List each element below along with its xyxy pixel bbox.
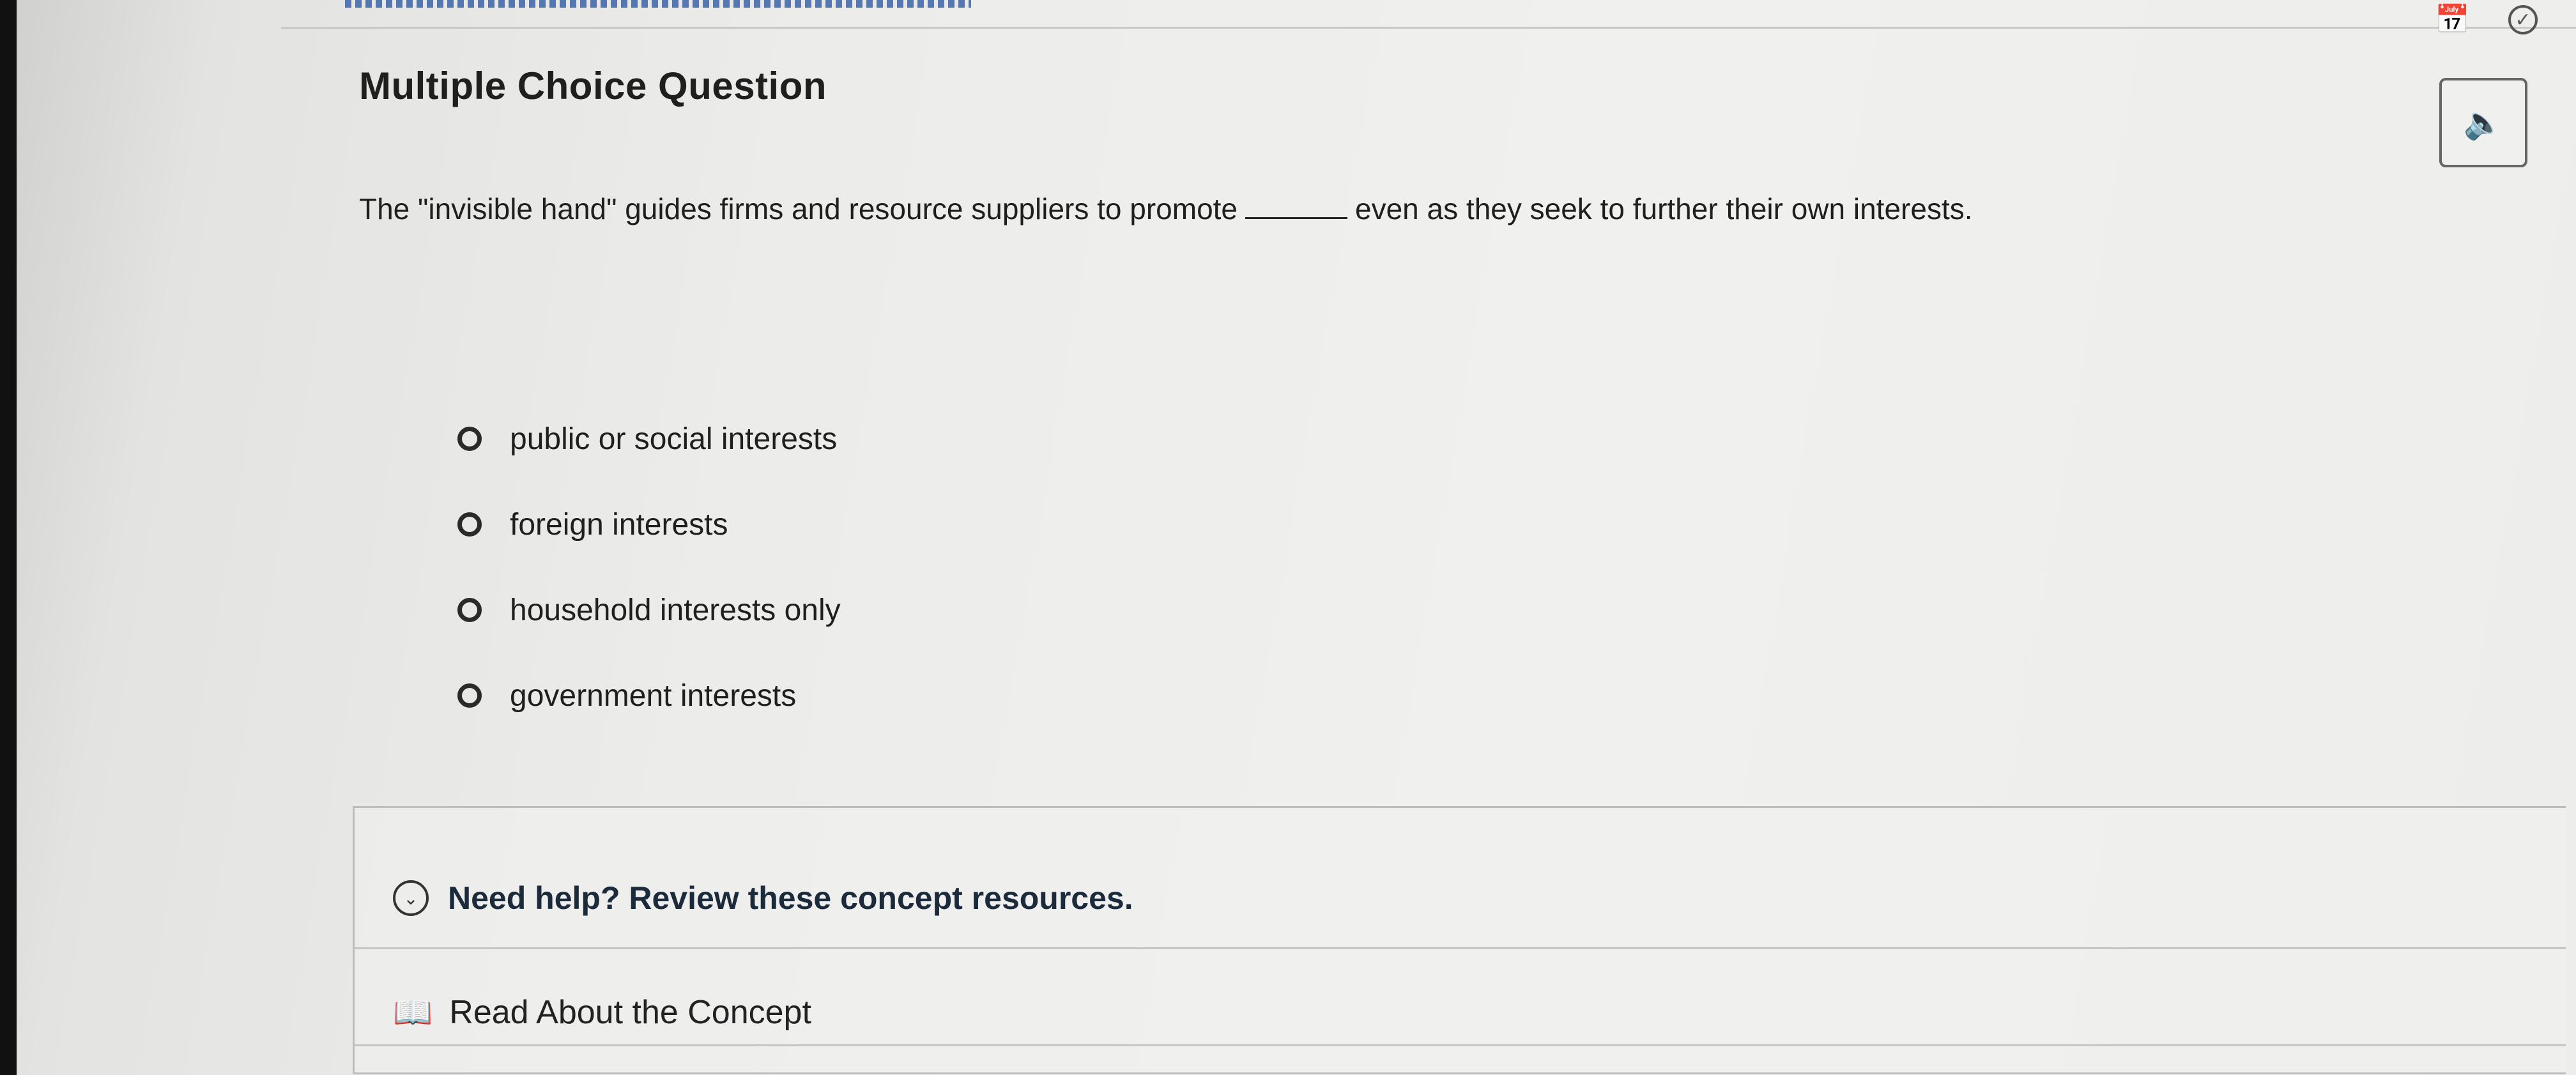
resource-label: Read About the Concept	[449, 994, 811, 1031]
help-toggle[interactable]: ⌄ Need help? Review these concept resour…	[393, 880, 1133, 917]
option-label: public or social interests	[510, 422, 838, 456]
option-household-interests-only[interactable]: household interests only	[457, 567, 841, 653]
radio-button[interactable]	[457, 598, 482, 622]
book-icon: 📖	[393, 993, 433, 1031]
radio-button[interactable]	[457, 683, 482, 708]
speaker-icon: 🔈	[2463, 103, 2504, 141]
help-header-text: Need help? Review these concept resource…	[448, 880, 1133, 916]
screen-bezel	[0, 0, 17, 1075]
option-public-or-social-interests[interactable]: public or social interests	[457, 396, 841, 482]
progress-indicator	[345, 0, 971, 8]
question-text: The "invisible hand" guides firms and re…	[359, 192, 1973, 226]
option-government-interests[interactable]: government interests	[457, 653, 841, 738]
option-label: government interests	[510, 678, 797, 713]
question-suffix: even as they seek to further their own i…	[1355, 192, 1973, 225]
header-divider	[281, 27, 2576, 29]
radio-button[interactable]	[457, 512, 482, 537]
read-about-concept-link[interactable]: 📖 Read About the Concept	[393, 993, 811, 1032]
help-bottom-divider	[355, 1044, 2566, 1046]
radio-button[interactable]	[457, 427, 482, 451]
top-toolbar: 📅 ✓	[2435, 5, 2538, 34]
read-aloud-button[interactable]: 🔈	[2439, 78, 2527, 167]
check-circle-icon[interactable]: ✓	[2508, 5, 2538, 34]
help-divider	[355, 947, 2566, 949]
answer-blank	[1245, 217, 1348, 219]
chevron-down-icon: ⌄	[393, 880, 429, 916]
option-label: foreign interests	[510, 507, 728, 542]
option-label: household interests only	[510, 593, 841, 627]
answer-options: public or social interests foreign inter…	[457, 396, 841, 738]
page-title: Multiple Choice Question	[359, 65, 827, 107]
option-foreign-interests[interactable]: foreign interests	[457, 482, 841, 567]
help-panel: ⌄ Need help? Review these concept resour…	[353, 806, 2566, 1074]
question-prefix: The "invisible hand" guides firms and re…	[359, 192, 1238, 225]
calendar-icon[interactable]: 📅	[2435, 6, 2470, 34]
